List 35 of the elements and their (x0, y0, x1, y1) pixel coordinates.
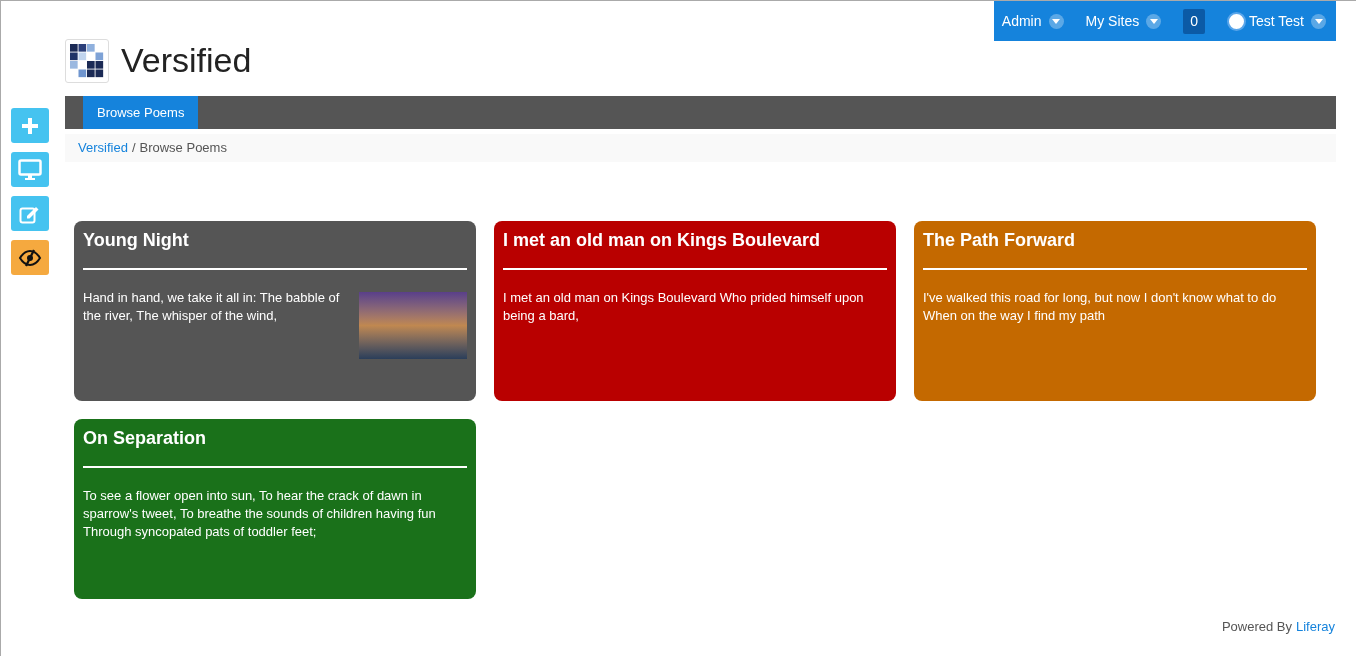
notification-count[interactable]: 0 (1183, 8, 1205, 34)
plus-icon (21, 116, 39, 135)
caret-icon[interactable] (1048, 13, 1064, 29)
poem-card[interactable]: I met an old man on Kings Boulevard I met an old man on Kings Boulevard Who prided himself upon being a bard, (494, 221, 896, 401)
caret-icon[interactable] (1311, 13, 1326, 29)
preview-button[interactable] (11, 152, 49, 187)
poem-excerpt: I met an old man on Kings Boulevard Who prided himself upon being a bard, (503, 289, 865, 325)
poem-card[interactable]: On Separation To see a flower open into sun, To hear the crack of dawn in sparrow's tweet, To breathe the sounds of children having fun Through syncopated pats of toddler feet; (74, 419, 476, 599)
add-button[interactable] (11, 108, 49, 143)
user-name[interactable]: Test Test (1249, 10, 1304, 32)
footer-text: Powered By (1221, 617, 1292, 636)
nav-tab[interactable]: Browse Poems (83, 96, 199, 129)
poem-title[interactable]: The Path Forward (923, 229, 1307, 251)
poem-title[interactable]: Young Night (83, 229, 467, 251)
menu-link[interactable]: My Sites (1085, 10, 1140, 32)
user-avatar-icon[interactable] (1227, 11, 1246, 31)
breadcrumb-text: / (131, 139, 136, 158)
breadcrumb-link[interactable]: Versified (78, 138, 128, 158)
poem-excerpt: I've walked this road for long, but now I don't know what to do When on the way I find my path (923, 289, 1278, 325)
eye-slash-icon (18, 248, 42, 267)
poem-card[interactable]: Young Night Hand in hand, we take it all in: The babble of the river, The whisper of the wind, (74, 221, 476, 401)
toggle-controls-button[interactable] (11, 240, 49, 275)
menu-link[interactable]: Admin (1001, 10, 1042, 32)
footer-link[interactable]: Liferay (1295, 616, 1335, 636)
poem-title[interactable]: On Separation (83, 427, 467, 449)
poem-excerpt: To see a flower open into sun, To hear the crack of dawn in sparrow's tweet, To breathe the sounds of children having fun Through syncopated pats of toddler feet; (83, 487, 437, 541)
site-title: Versified (121, 40, 252, 81)
edit-button[interactable] (11, 196, 49, 231)
caret-icon[interactable] (1146, 13, 1162, 29)
poem-card[interactable]: The Path Forward I've walked this road for long, but now I don't know what to do When on the way I find my path (914, 221, 1316, 401)
monitor-icon (18, 158, 42, 181)
site-logo-icon[interactable] (65, 38, 109, 83)
breadcrumb-text: Browse Poems (139, 139, 227, 158)
poem-title[interactable]: I met an old man on Kings Boulevard (503, 229, 887, 251)
poem-excerpt: Hand in hand, we take it all in: The babble of the river, The whisper of the wind, (83, 289, 341, 325)
